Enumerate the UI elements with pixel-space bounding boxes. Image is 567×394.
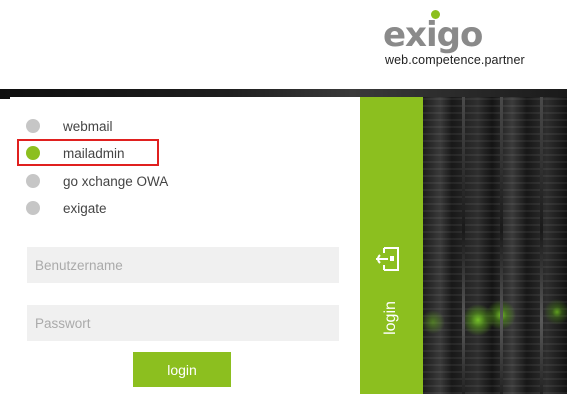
radio-dot-icon[interactable]	[26, 174, 40, 188]
server-rack-photo	[423, 97, 567, 394]
left-edge-strip	[0, 99, 10, 394]
service-option-webmail[interactable]: webmail	[26, 117, 113, 135]
login-button[interactable]: login	[133, 352, 231, 387]
service-option-go-xchange-owa[interactable]: go xchange OWA	[26, 172, 168, 190]
logo-tagline: web.competence.partner	[385, 53, 525, 67]
service-option-label: exigate	[63, 200, 107, 216]
service-option-label: webmail	[63, 118, 113, 134]
password-input[interactable]	[27, 305, 339, 341]
login-side-tab-label: login	[382, 301, 399, 335]
logo-dot-icon	[431, 10, 440, 19]
radio-dot-icon[interactable]	[26, 201, 40, 215]
service-option-exigate[interactable]: exigate	[26, 199, 107, 217]
username-input[interactable]	[27, 247, 339, 283]
login-door-icon	[376, 247, 399, 271]
service-option-label: go xchange OWA	[63, 173, 169, 189]
rack-divider	[540, 97, 543, 394]
rack-divider	[462, 97, 465, 394]
logo-wordmark: exigo	[383, 15, 483, 55]
selection-highlight-box	[17, 139, 159, 166]
rack-divider	[500, 97, 503, 394]
radio-dot-icon[interactable]	[26, 119, 40, 133]
